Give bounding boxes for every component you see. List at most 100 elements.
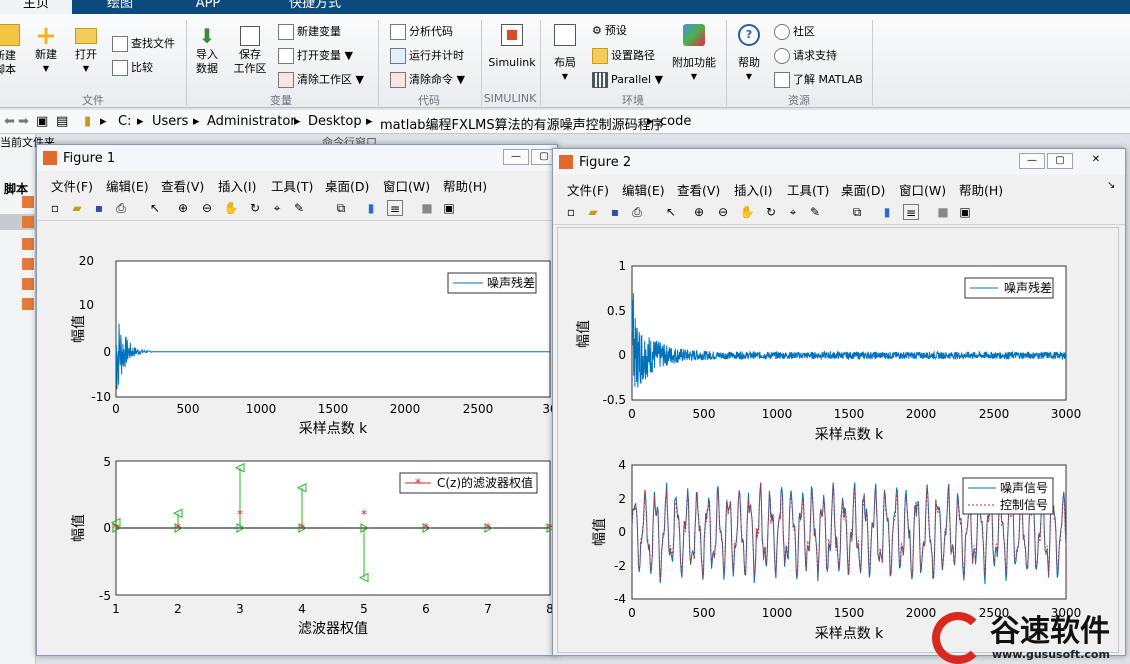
data-cursor-icon[interactable]: ⌖ — [269, 200, 285, 216]
rotate-icon[interactable]: ↻ — [247, 200, 263, 216]
save-icon[interactable]: ▪ — [91, 200, 107, 216]
script-file-icon[interactable] — [22, 258, 34, 270]
script-file-icon[interactable] — [22, 216, 34, 228]
menu-file[interactable]: 文件(F) — [51, 176, 93, 195]
menu-edit[interactable]: 编辑(E) — [622, 180, 665, 199]
print-icon[interactable]: ⎙ — [113, 200, 129, 216]
pointer-icon[interactable]: ↖ — [663, 204, 679, 220]
script-file-icon[interactable] — [22, 298, 34, 310]
learn-matlab-button[interactable]: 了解 MATLAB — [774, 72, 863, 88]
breadcrumb-code[interactable]: code — [660, 114, 691, 129]
figure2-window: Figure 2 — ▢ ✕ 文件(F) 编辑(E) 查看(V) 插入(I) 工… — [552, 148, 1126, 656]
brush-icon[interactable]: ✎ — [291, 200, 307, 216]
menu-help[interactable]: 帮助(H) — [443, 176, 487, 195]
script-file-icon[interactable] — [22, 238, 34, 250]
tab-apps[interactable]: APP — [178, 0, 238, 14]
menu-insert[interactable]: 插入(I) — [734, 180, 772, 199]
breadcrumb-administrator[interactable]: Administrator — [207, 114, 296, 129]
dock-arrow-icon[interactable]: ↘ — [1107, 180, 1115, 191]
import-data-button[interactable]: ⬇ 导入 数据 — [192, 24, 222, 76]
help-button[interactable]: ? 帮助 ▼ — [732, 24, 766, 84]
new-button[interactable]: + 新建 ▼ — [32, 23, 60, 76]
community-button[interactable]: 社区 — [774, 24, 815, 40]
browse-folder-icon[interactable]: ▤ — [56, 114, 68, 129]
zoom-out-icon[interactable]: ⊖ — [199, 200, 215, 216]
menu-tools[interactable]: 工具(T) — [787, 180, 829, 199]
new-script-button[interactable]: 新建 脚本 — [0, 24, 24, 77]
rotate-icon[interactable]: ↻ — [763, 204, 779, 220]
menu-insert[interactable]: 插入(I) — [218, 176, 256, 195]
legend-icon[interactable]: ≡ — [903, 204, 919, 220]
link-plot-icon[interactable]: ⧉ — [849, 204, 865, 220]
zoom-in-icon[interactable]: ⊕ — [175, 200, 191, 216]
menu-file[interactable]: 文件(F) — [567, 180, 609, 199]
open-button[interactable]: 打开 ▼ — [72, 24, 100, 76]
show-plot-tools-icon[interactable]: ▣ — [441, 200, 457, 216]
colorbar-icon[interactable]: ▮ — [363, 200, 379, 216]
menu-view[interactable]: 查看(V) — [161, 176, 204, 195]
set-path-button[interactable]: 设置路径 — [592, 48, 655, 64]
run-and-time-button[interactable]: 运行并计时 — [390, 48, 464, 64]
zoom-in-icon[interactable]: ⊕ — [691, 204, 707, 220]
forward-arrow-icon[interactable]: ➡ — [18, 114, 29, 129]
breadcrumb-users[interactable]: Users — [152, 114, 188, 129]
analyze-code-button[interactable]: 分析代码 — [390, 24, 453, 40]
up-folder-icon[interactable]: ▣ — [36, 114, 48, 129]
menu-desktop[interactable]: 桌面(D) — [325, 176, 369, 195]
menu-tools[interactable]: 工具(T) — [271, 176, 313, 195]
hide-plot-tools-icon[interactable]: ■ — [935, 204, 951, 220]
maximize-button[interactable]: ▢ — [1047, 153, 1073, 169]
minimize-button[interactable]: — — [503, 149, 529, 165]
new-variable-button[interactable]: 新建变量 — [278, 24, 341, 40]
close-button[interactable]: ✕ — [1083, 153, 1109, 169]
clear-commands-button[interactable]: 清除命令 ▼ — [390, 72, 465, 88]
colorbar-icon[interactable]: ▮ — [879, 204, 895, 220]
script-file-icon[interactable] — [22, 196, 34, 208]
tab-plots[interactable]: 绘图 — [90, 0, 150, 14]
tick-label: 4 — [298, 602, 306, 616]
link-plot-icon[interactable]: ⧉ — [333, 200, 349, 216]
menu-window[interactable]: 窗口(W) — [383, 176, 430, 195]
brush-icon[interactable]: ✎ — [807, 204, 823, 220]
find-files-button[interactable]: 查找文件 — [112, 36, 175, 52]
pan-icon[interactable]: ✋ — [223, 200, 239, 216]
open-file-icon[interactable]: ▰ — [585, 204, 601, 220]
tick-label: 7 — [484, 602, 492, 616]
pan-icon[interactable]: ✋ — [739, 204, 755, 220]
breadcrumb-project-folder[interactable]: matlab编程FXLMS算法的有源噪声控制源码程序 — [380, 114, 664, 133]
tab-home[interactable]: 主页 — [0, 0, 72, 14]
data-cursor-icon[interactable]: ⌖ — [785, 204, 801, 220]
script-file-icon[interactable] — [22, 278, 34, 290]
clear-workspace-button[interactable]: 清除工作区 ▼ — [278, 72, 364, 88]
legend-icon[interactable]: ≡ — [387, 200, 403, 216]
simulink-button[interactable]: Simulink — [486, 24, 538, 70]
save-icon[interactable]: ▪ — [607, 204, 623, 220]
show-plot-tools-icon[interactable]: ▣ — [957, 204, 973, 220]
menu-desktop[interactable]: 桌面(D) — [841, 180, 885, 199]
pointer-icon[interactable]: ↖ — [147, 200, 163, 216]
menu-view[interactable]: 查看(V) — [677, 180, 720, 199]
back-arrow-icon[interactable]: ⬅ — [4, 114, 15, 129]
hide-plot-tools-icon[interactable]: ■ — [419, 200, 435, 216]
print-icon[interactable]: ⎙ — [629, 204, 645, 220]
tab-shortcuts[interactable]: 快捷方式 — [270, 0, 360, 14]
save-workspace-button[interactable]: 保存 工作区 — [230, 24, 270, 76]
minimize-button[interactable]: — — [1019, 153, 1045, 169]
open-file-icon[interactable]: ▰ — [69, 200, 85, 216]
menu-window[interactable]: 窗口(W) — [899, 180, 946, 199]
compare-button[interactable]: 比较 — [112, 60, 153, 76]
parallel-button[interactable]: Parallel ▼ — [592, 72, 663, 88]
breadcrumb-desktop[interactable]: Desktop — [308, 114, 362, 129]
addons-button[interactable]: 附加功能 ▼ — [670, 24, 718, 84]
open-variable-button[interactable]: 打开变量 ▼ — [278, 48, 353, 64]
menu-edit[interactable]: 编辑(E) — [106, 176, 149, 195]
request-support-button[interactable]: 请求支持 — [774, 48, 837, 64]
new-figure-icon[interactable]: ▫ — [563, 204, 579, 220]
menu-help[interactable]: 帮助(H) — [959, 180, 1003, 199]
tick-label: 500 — [693, 606, 716, 620]
preferences-button[interactable]: ⚙ 预设 — [592, 24, 627, 38]
layout-button[interactable]: 布局 ▼ — [548, 24, 582, 84]
breadcrumb-c[interactable]: C: — [118, 114, 131, 129]
new-figure-icon[interactable]: ▫ — [47, 200, 63, 216]
zoom-out-icon[interactable]: ⊖ — [715, 204, 731, 220]
